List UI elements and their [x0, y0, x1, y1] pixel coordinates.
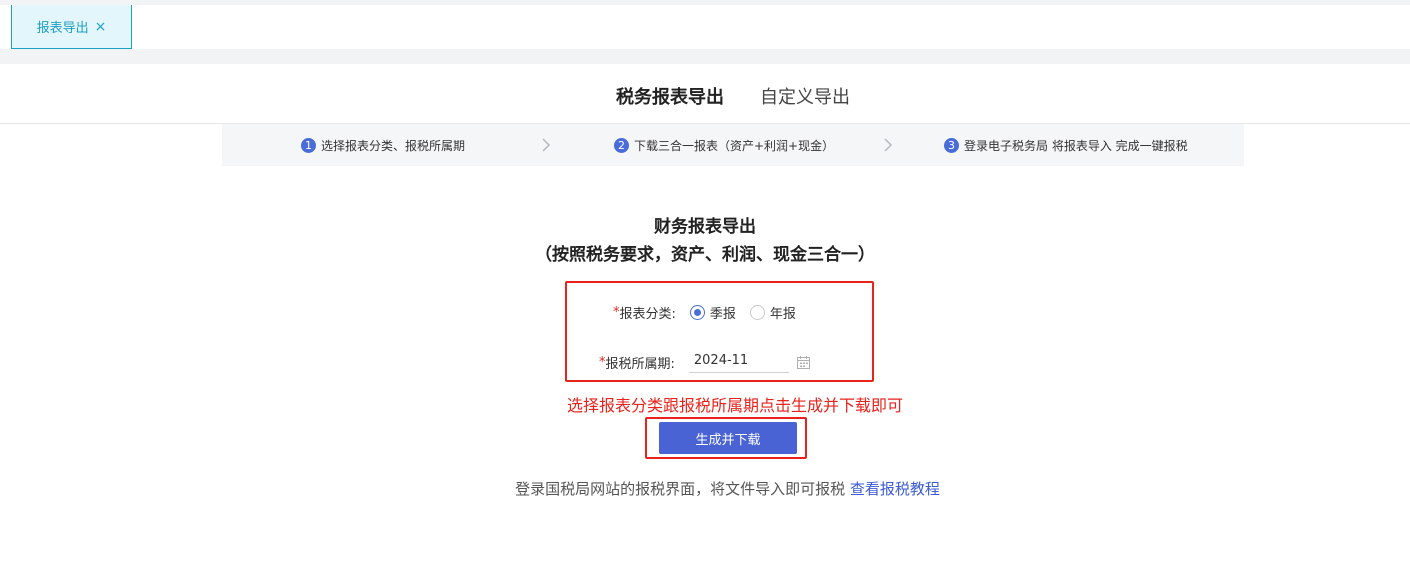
radio-label: 季报 [709, 307, 736, 322]
step-number: 3 [944, 137, 959, 153]
subtab-bar: 税务报表导出 自定义导出 [0, 64, 1410, 124]
step-1: 1 选择报表分类、报税所属期 [301, 124, 465, 166]
close-icon[interactable]: × [95, 20, 107, 34]
tab-report-export[interactable]: 报表导出 × [11, 5, 132, 49]
step-text: 下载三合一报表（资产+利润+现金） [634, 138, 835, 153]
step-text: 登录电子税务局 将报表导入 完成一键报税 [964, 138, 1188, 153]
category-row: * 报表分类: 季报 年报 [613, 303, 810, 322]
chevron-right-icon [883, 136, 893, 154]
step-3: 3 登录电子税务局 将报表导入 完成一键报税 [944, 124, 1188, 166]
period-row: * 报税所属期: 2024-11 [599, 351, 789, 373]
divider [0, 49, 1410, 64]
category-label: 报表分类: [619, 307, 676, 322]
form-highlight-box: * 报表分类: 季报 年报 * 报税所属期: 2024-11 [565, 281, 874, 382]
step-text: 选择报表分类、报税所属期 [321, 138, 466, 153]
footer-note: 登录国税局网站的报税界面，将文件导入即可报税 查看报税教程 [0, 478, 1410, 499]
tab-tax-report-export[interactable]: 税务报表导出 [616, 83, 724, 109]
page-title: 财务报表导出 [654, 217, 756, 237]
radio-annual[interactable]: 年报 [749, 303, 796, 322]
generate-download-button[interactable]: 生成并下载 [659, 422, 797, 454]
step-number: 1 [301, 137, 316, 153]
tab-label: 报表导出 [36, 21, 89, 36]
radio-quarterly[interactable]: 季报 [689, 303, 736, 322]
tab-custom-export[interactable]: 自定义导出 [760, 83, 850, 109]
radio-label: 年报 [769, 307, 796, 322]
tab-bar: 报表导出 × [0, 0, 1410, 50]
footer-text: 登录国税局网站的报税界面，将文件导入即可报税 [515, 480, 846, 498]
instruction-hint: 选择报表分类跟报税所属期点击生成并下载即可 [566, 396, 903, 415]
radio-checked-icon[interactable] [689, 305, 705, 320]
period-date-input[interactable]: 2024-11 [688, 351, 789, 373]
button-highlight-box: 生成并下载 [645, 417, 807, 459]
calendar-icon[interactable] [796, 355, 811, 370]
tutorial-link[interactable]: 查看报税教程 [850, 480, 940, 498]
step-2: 2 下载三合一报表（资产+利润+现金） [614, 124, 834, 166]
step-number: 2 [614, 137, 629, 153]
period-label: 报税所属期: [605, 356, 675, 372]
steps-bar: 1 选择报表分类、报税所属期 2 下载三合一报表（资产+利润+现金） 3 登录电… [222, 124, 1244, 166]
page-subtitle: （按照税务要求，资产、利润、现金三合一） [535, 245, 875, 265]
radio-unchecked-icon[interactable] [749, 305, 765, 320]
chevron-right-icon [541, 136, 551, 154]
